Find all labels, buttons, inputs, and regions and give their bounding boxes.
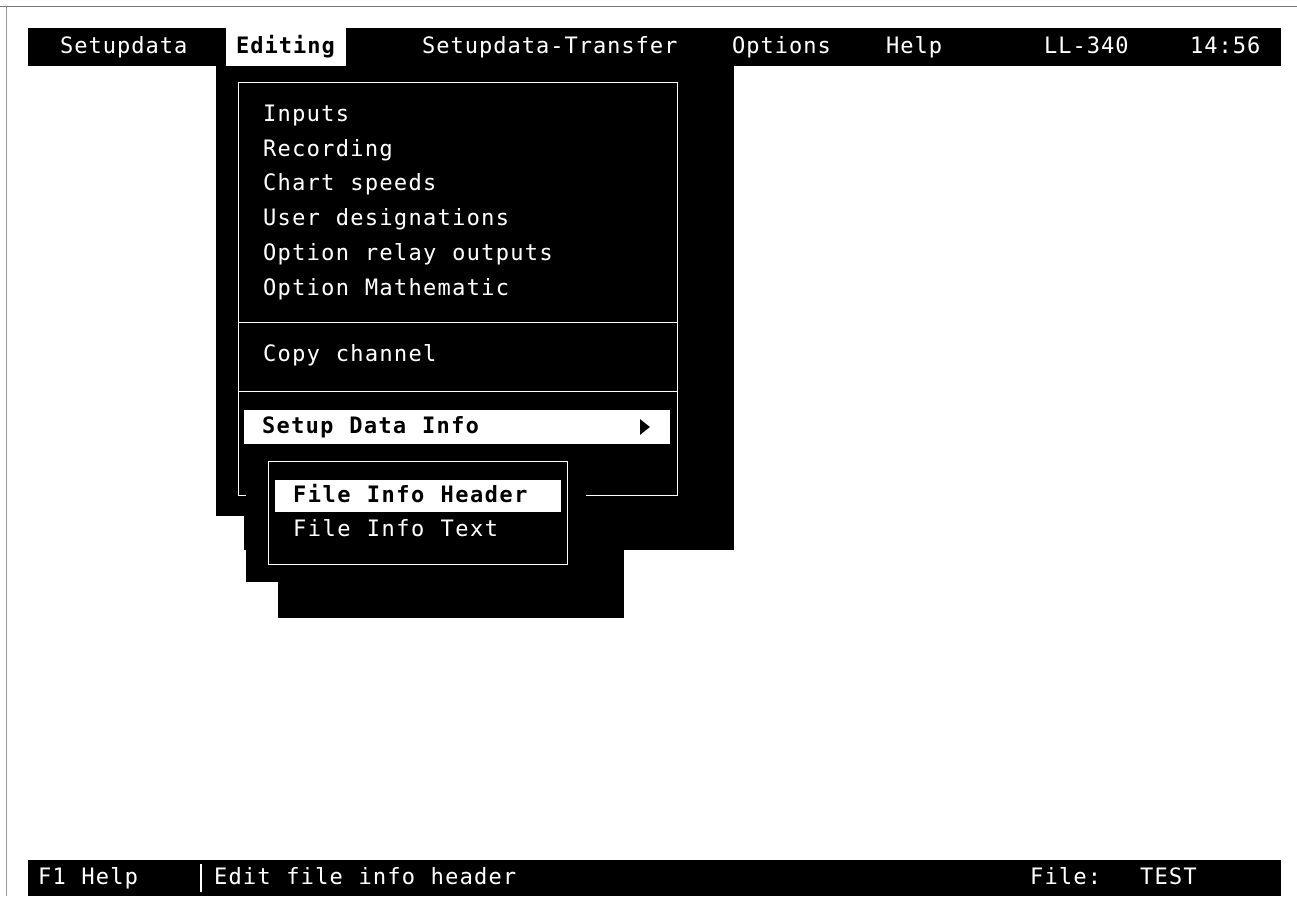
menu-separator: [238, 391, 678, 392]
menu-item-chart-speeds[interactable]: Chart speeds: [263, 171, 438, 197]
file-name: TEST: [1140, 865, 1198, 890]
menu-item-setup-data-info[interactable]: Setup Data Info: [244, 410, 670, 444]
menu-item-option-relay-outputs[interactable]: Option relay outputs: [263, 241, 554, 267]
status-bar: F1 Help Edit file info header File: TEST: [28, 860, 1281, 896]
menu-item-option-mathematic[interactable]: Option Mathematic: [263, 276, 510, 302]
status-divider: [200, 864, 202, 892]
menu-item-inputs[interactable]: Inputs: [263, 102, 350, 128]
menu-setupdata-transfer[interactable]: Setupdata-Transfer: [422, 28, 678, 66]
menu-item-label: Setup Data Info: [262, 414, 481, 439]
submenu-frame: [268, 461, 568, 565]
menu-item-copy-channel[interactable]: Copy channel: [263, 342, 438, 368]
menu-item-recording[interactable]: Recording: [263, 137, 394, 163]
menu-options[interactable]: Options: [732, 28, 832, 66]
left-border-line: [6, 6, 7, 896]
top-border-line: [0, 6, 1297, 7]
menu-editing[interactable]: Editing: [226, 28, 346, 66]
file-label: File:: [1030, 865, 1103, 890]
status-message: Edit file info header: [214, 865, 518, 890]
submenu-arrow-icon: [640, 419, 650, 435]
submenu-item-file-info-header[interactable]: File Info Header: [275, 480, 561, 512]
submenu-item-label: File Info Header: [293, 483, 529, 508]
menu-item-user-designations[interactable]: User designations: [263, 206, 510, 232]
menu-setupdata[interactable]: Setupdata: [60, 28, 188, 66]
clock: 14:56: [1190, 34, 1262, 59]
f1-help-hint[interactable]: F1 Help: [38, 860, 139, 896]
menu-separator: [238, 322, 678, 323]
device-label: LL-340: [1044, 34, 1130, 59]
menu-help[interactable]: Help: [886, 28, 943, 66]
submenu-item-file-info-text[interactable]: File Info Text: [293, 516, 499, 544]
menu-bar: Setupdata Editing Setupdata-Transfer Opt…: [28, 28, 1281, 66]
